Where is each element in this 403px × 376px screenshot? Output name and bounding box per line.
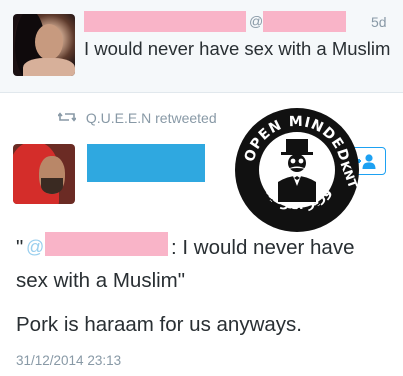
tweet-timestamp[interactable]: 31/12/2014 23:13	[16, 353, 121, 368]
avatar[interactable]	[13, 14, 75, 76]
quote-text-line2: sex with a Muslim"	[16, 269, 186, 292]
retweet-header[interactable]: Q.U.E.E.N retweeted	[57, 110, 217, 126]
tweet-text: Pork is haraam for us anyways.	[16, 313, 302, 336]
redacted-handle	[263, 11, 346, 32]
quoted-tweet[interactable]: @ 5d I would never have sex with a Musli…	[0, 0, 403, 93]
quote-open-mark: "	[16, 236, 24, 259]
open-minded-stamp-logo: OPEN MINDED KNT وزير الترفيه	[233, 106, 361, 234]
redacted-display-name	[87, 144, 205, 182]
handle-at-symbol: @	[249, 13, 264, 29]
retweet-icon	[57, 110, 77, 126]
quote-text-line1: : I would never have	[171, 236, 355, 259]
redacted-display-name	[84, 11, 246, 32]
tweet-time[interactable]: 5d	[371, 14, 387, 30]
mention-at-symbol[interactable]: @	[26, 237, 44, 258]
avatar[interactable]	[13, 144, 75, 204]
redacted-mention	[45, 232, 168, 256]
screenshot: @ 5d I would never have sex with a Musli…	[0, 0, 403, 376]
retweet-label: Q.U.E.E.N retweeted	[85, 110, 217, 126]
tweet-text: I would never have sex with a Muslim	[84, 38, 391, 59]
